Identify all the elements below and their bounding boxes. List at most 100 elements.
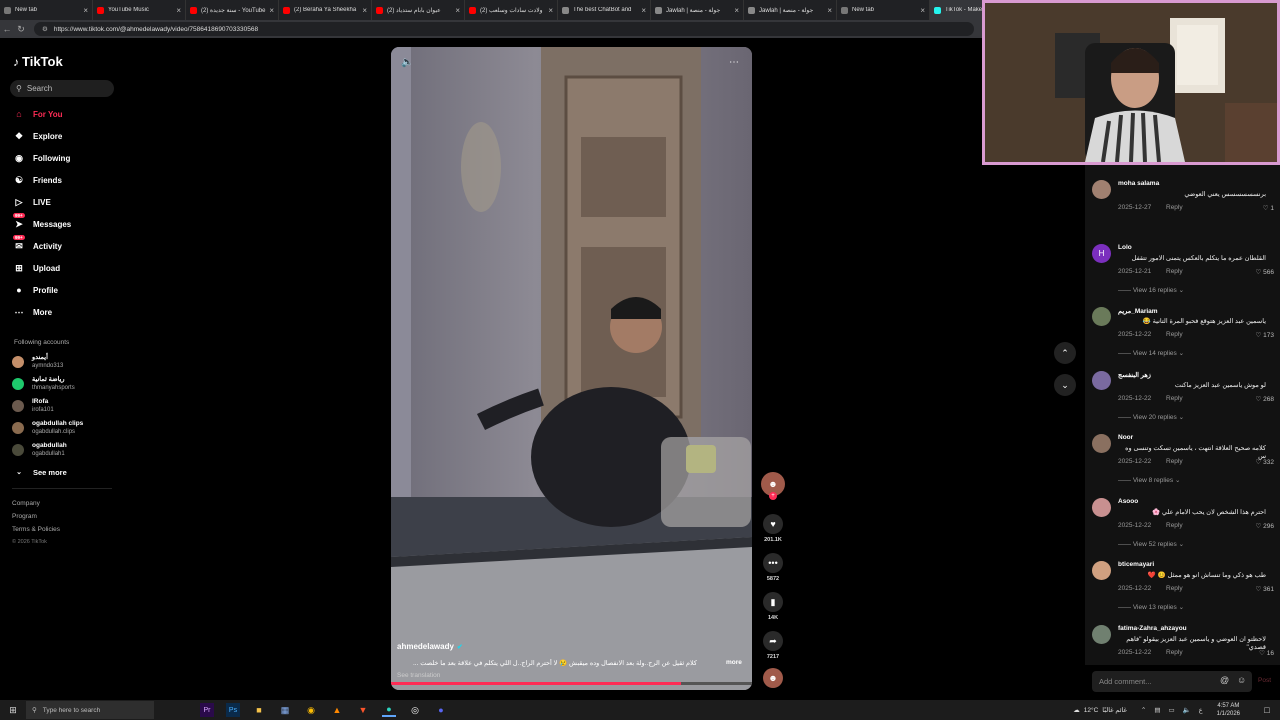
vlc-icon[interactable]: ▲ [330,703,344,717]
post-button[interactable]: Post [1258,677,1271,684]
video-player[interactable]: 🔈 ⋯ ahmedelawady ✔ كلام ثقيل عن الرج..ول… [391,47,752,690]
more-options-icon[interactable]: ⋯ [729,57,739,68]
clock[interactable]: 4:57 AM 1/1/2026 [1217,702,1240,718]
following-account[interactable]: رياضة ثمانية thmanyahsports [12,374,122,394]
avatar[interactable] [1092,497,1111,517]
url-input[interactable]: ⚙ https://www.tiktok.com/@ahmedelawady/v… [34,22,974,36]
photoshop-icon[interactable]: Ps [226,703,240,717]
chevron-up-icon[interactable]: ⌃ [1141,706,1146,714]
comment-like-button[interactable]: ♡ 173 [1256,331,1275,339]
tiktok-logo[interactable]: ♪ TikTok [13,54,63,69]
see-translation-link[interactable]: See translation [397,672,440,679]
view-replies-button[interactable]: —— View 13 replies ⌄ [1118,603,1184,611]
follow-plus-icon[interactable]: + [769,492,777,500]
language-indicator[interactable]: ع [1199,706,1203,714]
view-replies-button[interactable]: —— View 16 replies ⌄ [1118,286,1184,294]
close-icon[interactable]: × [455,6,460,15]
windows-start-icon[interactable]: ⊞ [6,703,20,717]
comment-like-button[interactable]: ♡ 332 [1256,458,1275,466]
reload-icon[interactable]: ↻ [14,24,28,35]
network-icon[interactable]: ▤ [1154,706,1160,714]
view-replies-button[interactable]: —— View 20 replies ⌄ [1118,413,1184,421]
sidebar-item-messages[interactable]: ➤ 99+ Messages [12,213,122,232]
reply-button[interactable]: Reply [1166,395,1183,402]
footer-terms[interactable]: Terms & Policies [12,526,60,533]
browser-tab[interactable]: (2) عيوان بابام ستدياد × [372,0,465,20]
close-icon[interactable]: × [176,6,181,15]
browser-tab[interactable]: New tab × [837,0,930,20]
reply-button[interactable]: Reply [1166,458,1183,465]
comment-like-button[interactable]: ♡ 566 [1256,268,1275,276]
reply-button[interactable]: Reply [1166,331,1183,338]
emoji-icon[interactable]: ☺ [1237,675,1246,685]
previous-video-button[interactable]: ⌃ [1054,342,1076,364]
obs-icon[interactable]: ◎ [408,703,422,717]
view-replies-button[interactable]: —— View 8 replies ⌄ [1118,476,1180,484]
browser-tab[interactable]: The best ChatBot and × [558,0,651,20]
reply-button[interactable]: Reply [1166,649,1183,656]
search-input[interactable]: ⚲ Search [10,80,114,97]
weather-widget[interactable]: ☁ 12°C غائم غالبًا [1073,706,1127,715]
footer-program[interactable]: Program [12,513,37,520]
sidebar-item-activity[interactable]: ✉ 99+ Activity [12,235,122,254]
brave-icon[interactable]: ▼ [356,703,370,717]
sidebar-item-profile[interactable]: ● Profile [12,282,122,298]
sidebar-item-friends[interactable]: ☯ Friends [12,172,122,188]
avatar[interactable] [1092,434,1111,453]
comment-author[interactable]: Lolo [1118,244,1132,251]
like-button[interactable]: ♥ [763,514,783,534]
close-icon[interactable]: × [827,6,832,15]
author-name[interactable]: ahmedelawady [397,642,454,651]
comment-like-button[interactable]: ♡ 1 [1263,204,1274,212]
back-icon[interactable]: ← [0,24,14,34]
comment-author[interactable]: bticemayari [1118,561,1154,568]
see-more-button[interactable]: ⌄ See more [12,464,122,480]
site-info-icon[interactable]: ⚙ [42,25,48,33]
footer-company[interactable]: Company [12,500,40,507]
browser-tab[interactable]: (2) سنة جديدة - YouTube × [186,0,279,20]
sidebar-item-following[interactable]: ◉ Following [12,150,122,166]
comment-like-button[interactable]: ♡ 361 [1256,585,1275,593]
close-icon[interactable]: × [920,6,925,15]
avatar[interactable] [1092,307,1111,326]
comment-like-button[interactable]: ♡ 268 [1256,395,1275,403]
close-icon[interactable]: × [362,6,367,15]
browser-tab[interactable]: New tab × [0,0,93,20]
taskbar-search-input[interactable]: ⚲ Type here to search [26,701,154,719]
comment-author[interactable]: مريم_Mariam [1118,307,1158,315]
caption-more-button[interactable]: more [726,659,742,666]
share-button[interactable]: ➦ [763,631,783,651]
edge-icon[interactable]: ● [382,703,396,717]
premiere-icon[interactable]: Pr [200,703,214,717]
browser-tab[interactable]: YouTube Music × [93,0,186,20]
browser-tab[interactable]: Jawlah | جولة - منصة × [651,0,744,20]
reply-button[interactable]: Reply [1166,585,1183,592]
comment-button[interactable]: ••• [763,553,783,573]
close-icon[interactable]: × [641,6,646,15]
sound-disc[interactable]: ☻ [763,668,783,688]
following-account[interactable]: ogabdullah clips ogabdullah.clips [12,418,122,438]
avatar[interactable]: H [1092,243,1111,263]
folder-icon[interactable]: ■ [252,703,266,717]
volume-icon[interactable]: 🔈 [401,57,413,68]
save-button[interactable]: ▮ [763,592,783,612]
notepad-icon[interactable]: ▦ [278,703,292,717]
battery-icon[interactable]: ▭ [1169,706,1175,714]
volume-icon[interactable]: 🔈 [1183,706,1191,714]
browser-tab[interactable]: Jawlah | جولة - منصة × [744,0,837,20]
sidebar-item-upload[interactable]: ⊞ Upload [12,260,122,276]
sidebar-item-for-you[interactable]: ⌂ For You [12,106,122,122]
following-account[interactable]: ogabdullah ogabdullah1 [12,440,122,460]
close-icon[interactable]: × [734,6,739,15]
comment-author[interactable]: fatima-Zahra_ahzayou [1118,625,1187,632]
comment-author[interactable]: Noor [1118,434,1133,441]
next-video-button[interactable]: ⌄ [1054,374,1076,396]
close-icon[interactable]: × [548,6,553,15]
avatar[interactable] [1092,561,1111,580]
browser-tab[interactable]: (2) ولادت سادات وسلعب × [465,0,558,20]
browser-tab[interactable]: (2) Beraha Ya Sheekha × [279,0,372,20]
chrome-icon[interactable]: ◉ [304,703,318,717]
view-replies-button[interactable]: —— View 52 replies ⌄ [1118,540,1184,548]
notification-icon[interactable]: □ [1260,703,1274,717]
discord-icon[interactable]: ● [434,703,448,717]
